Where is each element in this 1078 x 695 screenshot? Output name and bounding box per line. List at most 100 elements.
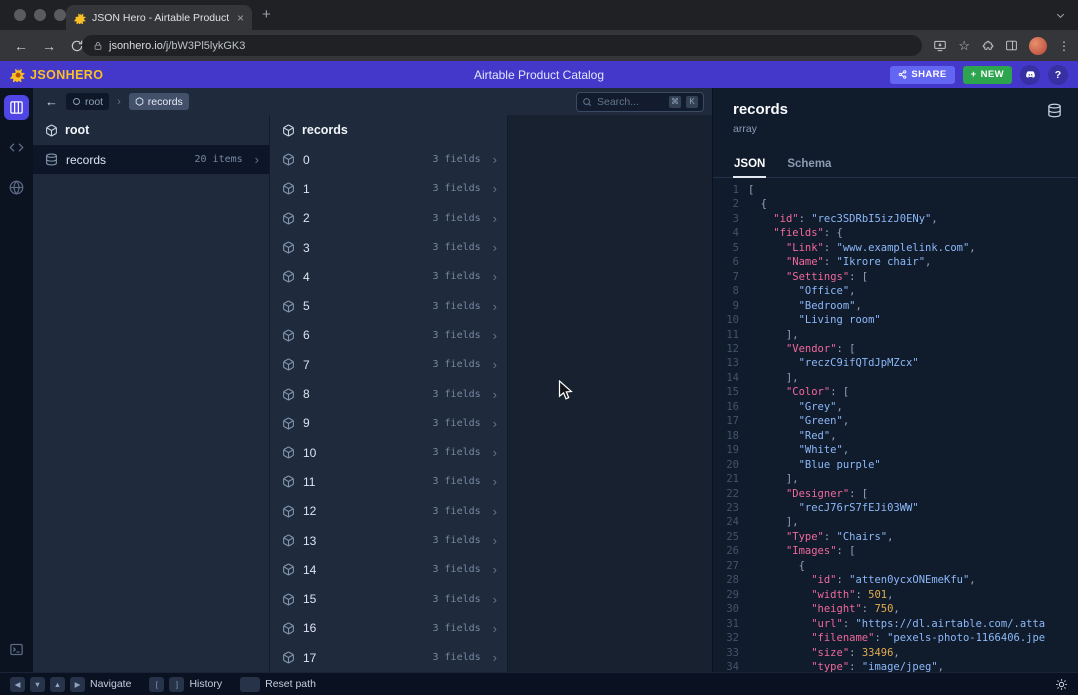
- theme-toggle-icon[interactable]: [1055, 678, 1068, 691]
- plus-icon: +: [971, 69, 977, 80]
- box-icon: [282, 182, 295, 195]
- list-item[interactable]: 33 fields›: [270, 233, 507, 262]
- chevron-right-icon: ›: [493, 211, 497, 226]
- row-label: 3: [303, 241, 310, 255]
- new-button[interactable]: + NEW: [963, 66, 1012, 84]
- install-icon[interactable]: [933, 39, 947, 53]
- row-label: 11: [303, 475, 315, 489]
- bookmark-star-icon[interactable]: ☆: [958, 38, 970, 54]
- list-item[interactable]: 103 fields›: [270, 438, 507, 467]
- breadcrumb-root-label: root: [85, 96, 103, 108]
- browser-toolbar: ← → jsonhero.io/j/bW3Pl5lykGK3 ☆ ⋮: [0, 30, 1078, 61]
- discord-button[interactable]: [1020, 65, 1040, 85]
- forward-button[interactable]: →: [42, 38, 56, 54]
- row-meta: 3 fields: [432, 447, 480, 458]
- column-records-rows: 03 fields›13 fields›23 fields› 3 3 fields ›…: [270, 145, 507, 672]
- editor-view-button[interactable]: [4, 135, 29, 160]
- code-line: 24 ],: [719, 515, 1078, 529]
- row-meta: 3 fields: [432, 242, 480, 253]
- key-icon: [240, 677, 260, 692]
- row-meta: 3 fields: [432, 183, 480, 194]
- status-label: History: [189, 678, 222, 690]
- extensions-puzzle-icon[interactable]: [981, 39, 994, 52]
- list-item[interactable]: 43 fields›: [270, 262, 507, 291]
- list-item[interactable]: 163 fields›: [270, 614, 507, 643]
- list-item[interactable]: 53 fields›: [270, 291, 507, 320]
- chevron-right-icon: ›: [493, 562, 497, 577]
- list-item[interactable]: 63 fields›: [270, 321, 507, 350]
- row-meta: 3 fields: [432, 359, 480, 370]
- browser-menu-icon[interactable]: ⋮: [1058, 39, 1070, 53]
- database-icon: [45, 153, 58, 166]
- box-icon: [282, 124, 295, 137]
- list-item[interactable]: 93 fields›: [270, 409, 507, 438]
- list-item[interactable]: 83 fields›: [270, 379, 507, 408]
- breadcrumb-current[interactable]: records: [129, 93, 189, 110]
- tab-search-chevron-icon[interactable]: [1055, 10, 1066, 21]
- help-button[interactable]: ?: [1048, 65, 1068, 85]
- profile-avatar[interactable]: [1029, 37, 1047, 55]
- column-records: records 03 fields›13 fields›23 fields›33…: [270, 115, 508, 672]
- list-item[interactable]: records20 items›: [33, 145, 269, 174]
- database-icon: [1047, 103, 1062, 118]
- code-line: 9 "Bedroom",: [719, 299, 1078, 313]
- breadcrumb-bar: ← root › records ⌘ K: [33, 88, 712, 115]
- window-minimize-button[interactable]: [34, 9, 46, 21]
- browse-view-button[interactable]: [4, 175, 29, 200]
- row-label: 7: [303, 358, 310, 372]
- list-item[interactable]: 23 fields›: [270, 204, 507, 233]
- list-item[interactable]: 17 3 fields ›: [270, 643, 507, 672]
- row-label: 17: [303, 651, 316, 665]
- search-input[interactable]: [597, 96, 664, 108]
- side-panel-icon[interactable]: [1005, 39, 1018, 52]
- code-line: 10 "Living room": [719, 313, 1078, 327]
- list-item[interactable]: 123 fields›: [270, 497, 507, 526]
- row-label: 13: [303, 534, 316, 548]
- window-close-button[interactable]: [14, 9, 26, 21]
- code-line: 20 "Blue purple": [719, 458, 1078, 472]
- search-box[interactable]: ⌘ K: [576, 92, 704, 112]
- new-tab-button[interactable]: +: [262, 6, 271, 23]
- list-item[interactable]: 143 fields›: [270, 555, 507, 584]
- chevron-right-icon: ›: [493, 387, 497, 402]
- share-icon: [898, 70, 907, 79]
- row-meta: 3 fields: [432, 301, 480, 312]
- list-item[interactable]: 153 fields›: [270, 584, 507, 613]
- url-path: /j/bW3Pl5lykGK3: [163, 40, 246, 52]
- list-item[interactable]: 73 fields›: [270, 350, 507, 379]
- share-button[interactable]: SHARE: [890, 66, 954, 84]
- lock-icon: [93, 41, 103, 51]
- cmd-key-icon: ⌘: [669, 96, 681, 108]
- status-group: Reset path: [240, 677, 316, 692]
- column-view-button[interactable]: [4, 95, 29, 120]
- list-item[interactable]: 113 fields›: [270, 467, 507, 496]
- address-bar[interactable]: jsonhero.io/j/bW3Pl5lykGK3: [82, 35, 922, 56]
- code-line: 29 "width": 501,: [719, 588, 1078, 602]
- detail-header: records array: [713, 88, 1078, 135]
- list-item[interactable]: 03 fields›: [270, 145, 507, 174]
- box-icon: [282, 475, 295, 488]
- app-header: Airtable Product Catalog JSONHERO SHARE …: [0, 61, 1078, 88]
- box-icon: [282, 212, 295, 225]
- box-icon: [282, 329, 295, 342]
- chevron-right-icon: ›: [493, 650, 497, 665]
- back-button[interactable]: ←: [14, 38, 28, 54]
- breadcrumb-root[interactable]: root: [66, 93, 109, 110]
- row-label: 8: [303, 387, 310, 401]
- tab-json[interactable]: JSON: [733, 151, 766, 178]
- path-back-button[interactable]: ←: [45, 94, 58, 109]
- chevron-right-icon: ›: [493, 533, 497, 548]
- window-zoom-button[interactable]: [54, 9, 66, 21]
- list-item[interactable]: 133 fields›: [270, 526, 507, 555]
- status-shortcuts: ◀▼▲▶Navigate[]HistoryReset path: [10, 677, 316, 692]
- list-item[interactable]: 13 fields›: [270, 174, 507, 203]
- code-line: 21 ],: [719, 472, 1078, 486]
- browser-tab[interactable]: JSON Hero - Airtable Product C ×: [66, 5, 252, 30]
- chevron-right-icon: ›: [493, 269, 497, 284]
- tab-close-icon[interactable]: ×: [237, 12, 244, 24]
- row-meta: 3 fields: [432, 652, 480, 663]
- tab-schema[interactable]: Schema: [786, 151, 832, 178]
- terminal-button[interactable]: [4, 637, 29, 662]
- json-code[interactable]: 1[2 {3 "id": "rec3SDRbI5izJ0ENy",4 "fiel…: [713, 178, 1078, 672]
- jsonhero-logo[interactable]: JSONHERO: [10, 67, 103, 82]
